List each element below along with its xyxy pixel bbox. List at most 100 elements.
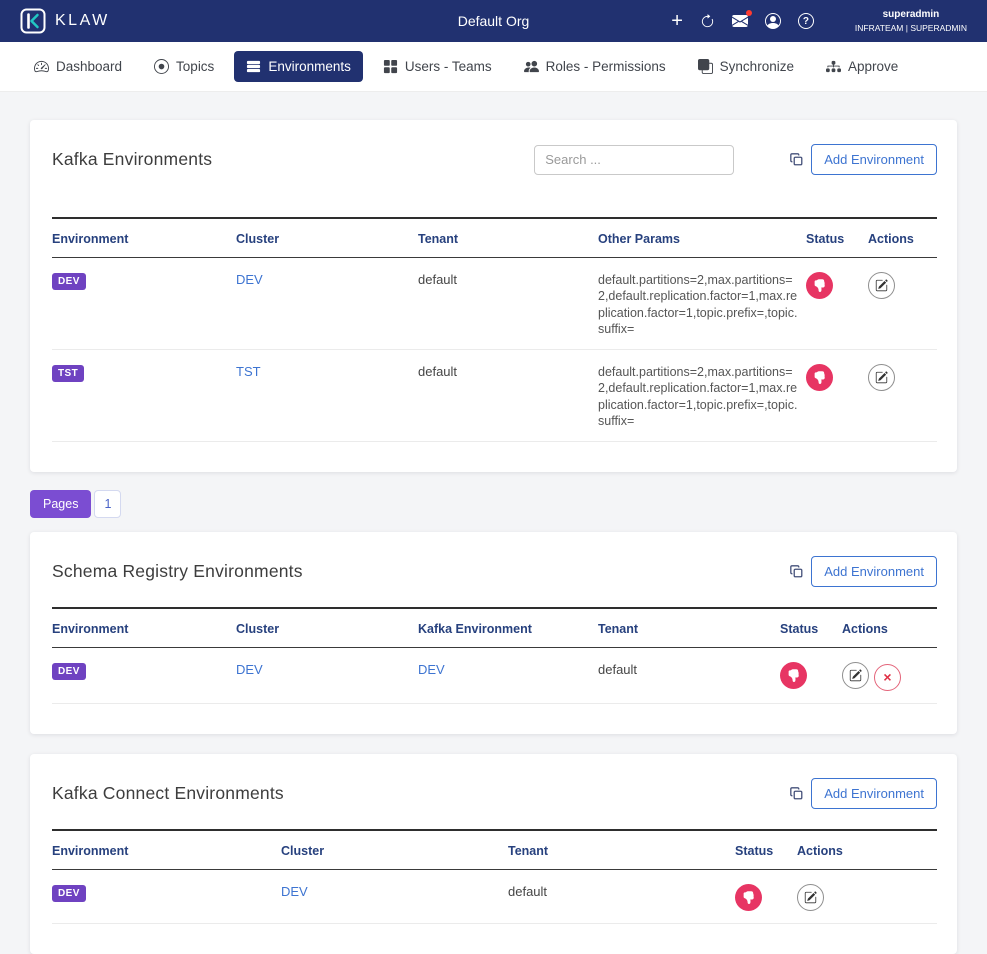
- topbar: KLAW Default Org + ? superadmin INFRATEA…: [0, 0, 987, 42]
- content-area: Kafka Environments Add Environment Envir…: [0, 92, 987, 954]
- column-header: Cluster: [281, 830, 508, 870]
- edit-environment-button[interactable]: [842, 662, 869, 689]
- profile-icon[interactable]: [765, 13, 781, 29]
- section-title: Schema Registry Environments: [52, 561, 303, 582]
- kafka-environments-card: Kafka Environments Add Environment Envir…: [30, 120, 957, 472]
- column-header: Environment: [52, 218, 236, 258]
- edit-pencil-icon: [875, 279, 888, 292]
- edit-pencil-icon: [849, 669, 862, 682]
- edit-environment-button[interactable]: [797, 884, 824, 911]
- column-header: Cluster: [236, 218, 418, 258]
- topics-icon: [154, 59, 169, 74]
- nav-label: Synchronize: [720, 59, 794, 74]
- synchronize-icon: [698, 59, 713, 74]
- user-info[interactable]: superadmin INFRATEAM | SUPERADMIN: [855, 10, 967, 33]
- approve-icon: [826, 59, 841, 74]
- column-header: Environment: [52, 608, 236, 648]
- column-header: Actions: [842, 608, 937, 648]
- nav-label: Dashboard: [56, 59, 122, 74]
- nav-item-users-teams[interactable]: Users - Teams: [371, 51, 504, 82]
- copy-icon[interactable]: [790, 153, 803, 166]
- table-row: TST TST default default.partitions=2,max…: [52, 350, 937, 442]
- add-environment-button[interactable]: Add Environment: [811, 556, 937, 587]
- edit-environment-button[interactable]: [868, 272, 895, 299]
- tenant-value: default: [598, 662, 637, 677]
- user-name: superadmin: [855, 10, 967, 20]
- nav-item-dashboard[interactable]: Dashboard: [22, 51, 134, 82]
- column-header: Status: [806, 218, 868, 258]
- page-number-button[interactable]: 1: [94, 490, 121, 518]
- column-header: Tenant: [598, 608, 780, 648]
- column-header: Environment: [52, 830, 281, 870]
- env-badge: TST: [52, 365, 84, 382]
- schema-registry-environments-card: Schema Registry Environments Add Environ…: [30, 532, 957, 734]
- env-badge: DEV: [52, 273, 86, 290]
- column-header: Other Params: [598, 218, 806, 258]
- nav-label: Topics: [176, 59, 214, 74]
- thumbs-down-icon: [813, 371, 826, 384]
- schema-environments-table: Environment Cluster Kafka Environment Te…: [52, 607, 937, 704]
- column-header: Cluster: [236, 608, 418, 648]
- thumbs-down-icon: [787, 669, 800, 682]
- mail-icon[interactable]: [732, 13, 748, 29]
- other-params: default.partitions=2,max.partitions=2,de…: [598, 272, 798, 337]
- nav-label: Environments: [268, 59, 351, 74]
- cluster-link[interactable]: TST: [236, 364, 261, 379]
- nav-label: Users - Teams: [405, 59, 492, 74]
- help-icon[interactable]: ?: [798, 13, 814, 29]
- kafka-connect-environments-card: Kafka Connect Environments Add Environme…: [30, 754, 957, 954]
- plus-icon[interactable]: +: [671, 11, 683, 31]
- klaw-logo[interactable]: KLAW: [20, 8, 110, 34]
- user-team: INFRATEAM | SUPERADMIN: [855, 24, 967, 33]
- nav-label: Approve: [848, 59, 898, 74]
- nav-item-approve[interactable]: Approve: [814, 51, 910, 82]
- column-header: Status: [735, 830, 797, 870]
- status-down-indicator: [735, 884, 762, 911]
- cluster-link[interactable]: DEV: [236, 272, 263, 287]
- column-header: Actions: [797, 830, 937, 870]
- nav-item-environments[interactable]: Environments: [234, 51, 363, 82]
- other-params: default.partitions=2,max.partitions=2,de…: [598, 364, 798, 429]
- thumbs-down-icon: [813, 279, 826, 292]
- pagination: Pages 1: [30, 490, 957, 518]
- column-header: Tenant: [508, 830, 735, 870]
- kafka-environment-link[interactable]: DEV: [418, 662, 445, 677]
- edit-environment-button[interactable]: [868, 364, 895, 391]
- roles-permissions-icon: [524, 59, 539, 74]
- cluster-link[interactable]: DEV: [236, 662, 263, 677]
- copy-icon[interactable]: [790, 565, 803, 578]
- users-teams-icon: [383, 59, 398, 74]
- tenant-value: default: [418, 272, 457, 287]
- edit-pencil-icon: [875, 371, 888, 384]
- refresh-icon[interactable]: [700, 14, 715, 29]
- column-header: Tenant: [418, 218, 598, 258]
- search-input[interactable]: [534, 145, 734, 175]
- tenant-value: default: [418, 364, 457, 379]
- brand-name: KLAW: [55, 12, 110, 30]
- thumbs-down-icon: [742, 891, 755, 904]
- table-row: DEV DEV DEV default ×: [52, 648, 937, 704]
- column-header: Actions: [868, 218, 937, 258]
- main-navigation: Dashboard Topics Environments Users - Te…: [0, 42, 987, 92]
- nav-item-roles-permissions[interactable]: Roles - Permissions: [512, 51, 678, 82]
- klaw-logo-icon: [20, 8, 46, 34]
- nav-item-topics[interactable]: Topics: [142, 51, 226, 82]
- env-badge: DEV: [52, 663, 86, 680]
- add-environment-button[interactable]: Add Environment: [811, 144, 937, 175]
- table-row: DEV DEV default: [52, 869, 937, 923]
- connect-environments-table: Environment Cluster Tenant Status Action…: [52, 829, 937, 924]
- nav-item-synchronize[interactable]: Synchronize: [686, 51, 806, 82]
- org-name: Default Org: [458, 13, 530, 29]
- dashboard-icon: [34, 59, 49, 74]
- pages-button[interactable]: Pages: [30, 490, 91, 518]
- delete-environment-button[interactable]: ×: [874, 664, 901, 691]
- status-down-indicator: [806, 272, 833, 299]
- status-down-indicator: [780, 662, 807, 689]
- copy-icon[interactable]: [790, 787, 803, 800]
- env-badge: DEV: [52, 885, 86, 902]
- environments-icon: [246, 59, 261, 74]
- column-header: Status: [780, 608, 842, 648]
- add-environment-button[interactable]: Add Environment: [811, 778, 937, 809]
- notification-dot: [746, 10, 752, 16]
- kafka-environments-table: Environment Cluster Tenant Other Params …: [52, 217, 937, 442]
